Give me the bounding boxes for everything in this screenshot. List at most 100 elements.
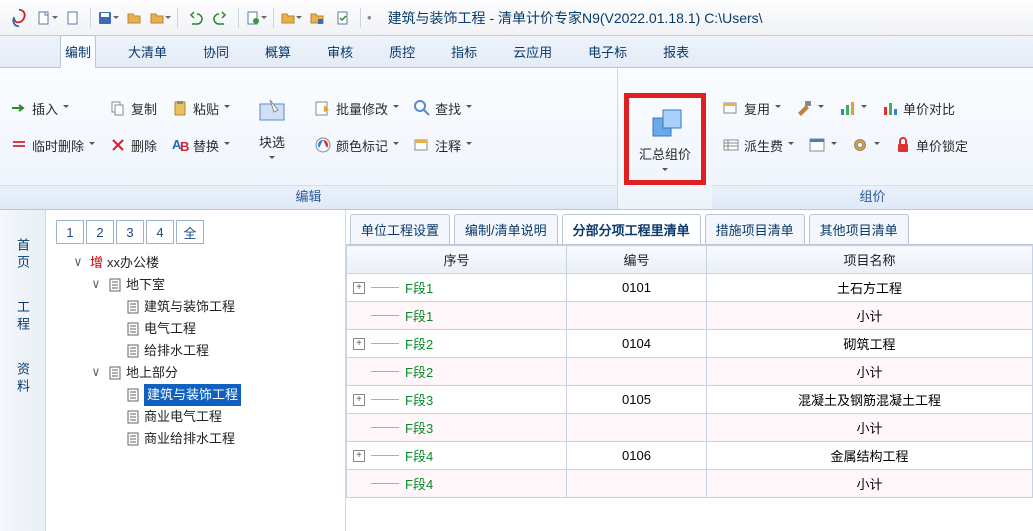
sidenav-project[interactable]: 工程 <box>13 300 32 334</box>
delete-button[interactable]: 删除 <box>109 136 157 155</box>
col-seq[interactable]: 序号 <box>347 246 567 274</box>
batchmod-button[interactable]: 批量修改 <box>314 99 399 118</box>
expand-toggle[interactable]: + <box>353 450 365 462</box>
annotate-button[interactable]: 注释 <box>413 136 472 155</box>
tree-root[interactable]: ∨增xx办公楼 <box>74 252 341 274</box>
folder-menu-button[interactable] <box>149 7 171 29</box>
gear-icon <box>851 136 869 154</box>
tempdel-label: 临时删除 <box>32 136 84 155</box>
unitcompare-label: 单价对比 <box>903 99 955 118</box>
page-1[interactable]: 1 <box>56 220 84 244</box>
tab-daqingdan[interactable]: 大清单 <box>124 36 171 67</box>
new-file-button[interactable] <box>36 7 58 29</box>
tree-above[interactable]: ∨地上部分 <box>92 362 341 384</box>
subtab-measure-list[interactable]: 措施项目清单 <box>705 214 805 244</box>
paste-icon <box>171 99 189 117</box>
tree-a-plumb[interactable]: 商业给排水工程 <box>110 428 341 450</box>
colormark-button[interactable]: 颜色标记 <box>314 136 399 155</box>
page-3[interactable]: 3 <box>116 220 144 244</box>
replace-button[interactable]: AB替换 <box>171 136 230 155</box>
page-all[interactable]: 全 <box>176 220 204 244</box>
tree-basement-label: 地下室 <box>126 274 165 296</box>
tab-shenhe[interactable]: 审核 <box>323 36 357 67</box>
col-code[interactable]: 编号 <box>567 246 707 274</box>
find-button[interactable]: 查找 <box>413 99 472 118</box>
row-name: 小计 <box>707 470 1033 498</box>
window-title: 建筑与装饰工程 - 清单计价专家N9(V2022.01.18.1) C:\Use… <box>388 8 763 28</box>
tree-b-elec-label: 电气工程 <box>144 318 196 340</box>
sidenav-material[interactable]: 资料 <box>13 362 32 396</box>
table-row[interactable]: +F段30105混凝土及钢筋混凝土工程 <box>347 386 1033 414</box>
tree-b-elec[interactable]: 电气工程 <box>110 318 341 340</box>
doc-icon <box>108 366 122 380</box>
expand-toggle[interactable]: + <box>353 282 365 294</box>
open-folder-button[interactable] <box>123 7 145 29</box>
separator <box>238 8 239 28</box>
table-row[interactable]: +F段40106金属结构工程 <box>347 442 1033 470</box>
subtab-subdivision-list[interactable]: 分部分项工程里清单 <box>562 214 701 244</box>
tree-a-elec-label: 商业电气工程 <box>144 406 222 428</box>
blocksel-button[interactable]: 块选 <box>244 92 300 162</box>
paste-button[interactable]: 粘贴 <box>171 99 230 118</box>
tempdel-icon <box>10 136 28 154</box>
row-code: 0104 <box>567 330 707 358</box>
tree-a-arch[interactable]: 建筑与装饰工程 <box>110 384 341 406</box>
redo-button[interactable] <box>210 7 232 29</box>
tab-zhikong[interactable]: 质控 <box>385 36 419 67</box>
tab-bianzhi[interactable]: 编制 <box>60 35 96 68</box>
doc-check-button[interactable] <box>332 7 354 29</box>
tree-b-plumb[interactable]: 给排水工程 <box>110 340 341 362</box>
ribbon-group-price-label: 组价 <box>712 185 1033 209</box>
table-row[interactable]: F段3小计 <box>347 414 1033 442</box>
tab-dianzibiao[interactable]: 电子标 <box>584 36 631 67</box>
folder-save-button[interactable] <box>306 7 328 29</box>
table-row[interactable]: F段1小计 <box>347 302 1033 330</box>
reuse-button[interactable]: 复用 <box>722 99 781 118</box>
tab-xietong[interactable]: 协同 <box>199 36 233 67</box>
subtab-compile-notes[interactable]: 编制/清单说明 <box>454 214 558 244</box>
colormark-label: 颜色标记 <box>336 136 388 155</box>
page-2[interactable]: 2 <box>86 220 114 244</box>
table-row[interactable]: +F段10101土石方工程 <box>347 274 1033 302</box>
sidenav-home[interactable]: 首页 <box>13 238 32 272</box>
subtab-unit-settings[interactable]: 单位工程设置 <box>350 214 450 244</box>
tab-baobiao[interactable]: 报表 <box>659 36 693 67</box>
tab-yunyingyong[interactable]: 云应用 <box>509 36 556 67</box>
expand-toggle[interactable]: + <box>353 394 365 406</box>
tree-a-elec[interactable]: 商业电气工程 <box>110 406 341 428</box>
page-4[interactable]: 4 <box>146 220 174 244</box>
doc-new-button[interactable] <box>245 7 267 29</box>
undo-button[interactable] <box>184 7 206 29</box>
unitcompare-button[interactable]: 单价对比 <box>881 99 955 118</box>
folder-open2-button[interactable] <box>280 7 302 29</box>
paste-label: 粘贴 <box>193 99 219 118</box>
tree-basement[interactable]: ∨地下室 <box>92 274 341 296</box>
tempdel-button[interactable]: 临时删除 <box>10 136 95 155</box>
table-row[interactable]: +F段20104砌筑工程 <box>347 330 1033 358</box>
page-buttons: 1 2 3 4 全 <box>56 220 335 244</box>
open-file-button[interactable] <box>62 7 84 29</box>
tab-gaisuan[interactable]: 概算 <box>261 36 295 67</box>
subtab-other-list[interactable]: 其他项目清单 <box>809 214 909 244</box>
copy-button[interactable]: 复制 <box>109 99 157 118</box>
tree-b-arch[interactable]: 建筑与装饰工程 <box>110 296 341 318</box>
doc-icon <box>108 278 122 292</box>
dispatch-button[interactable]: 派生费 <box>722 136 794 155</box>
items-grid[interactable]: 序号 编号 项目名称 +F段10101土石方工程F段1小计+F段20104砌筑工… <box>346 245 1033 531</box>
unitlock-button[interactable]: 单价锁定 <box>894 136 968 155</box>
expand-toggle[interactable]: + <box>353 338 365 350</box>
tab-zhibiao[interactable]: 指标 <box>447 36 481 67</box>
table-row[interactable]: F段2小计 <box>347 358 1033 386</box>
col-name[interactable]: 项目名称 <box>707 246 1033 274</box>
table-row[interactable]: F段4小计 <box>347 470 1033 498</box>
summary-button[interactable]: 汇总组价 <box>637 104 693 174</box>
chart-button[interactable] <box>838 99 867 118</box>
find-label: 查找 <box>435 99 461 118</box>
table-button[interactable] <box>808 136 837 155</box>
gear-button[interactable] <box>851 136 880 155</box>
save-button[interactable] <box>97 7 119 29</box>
insert-button[interactable]: 插入 <box>10 99 95 118</box>
toolbox1-button[interactable] <box>795 99 824 118</box>
separator <box>273 8 274 28</box>
delete-label: 删除 <box>131 136 157 155</box>
